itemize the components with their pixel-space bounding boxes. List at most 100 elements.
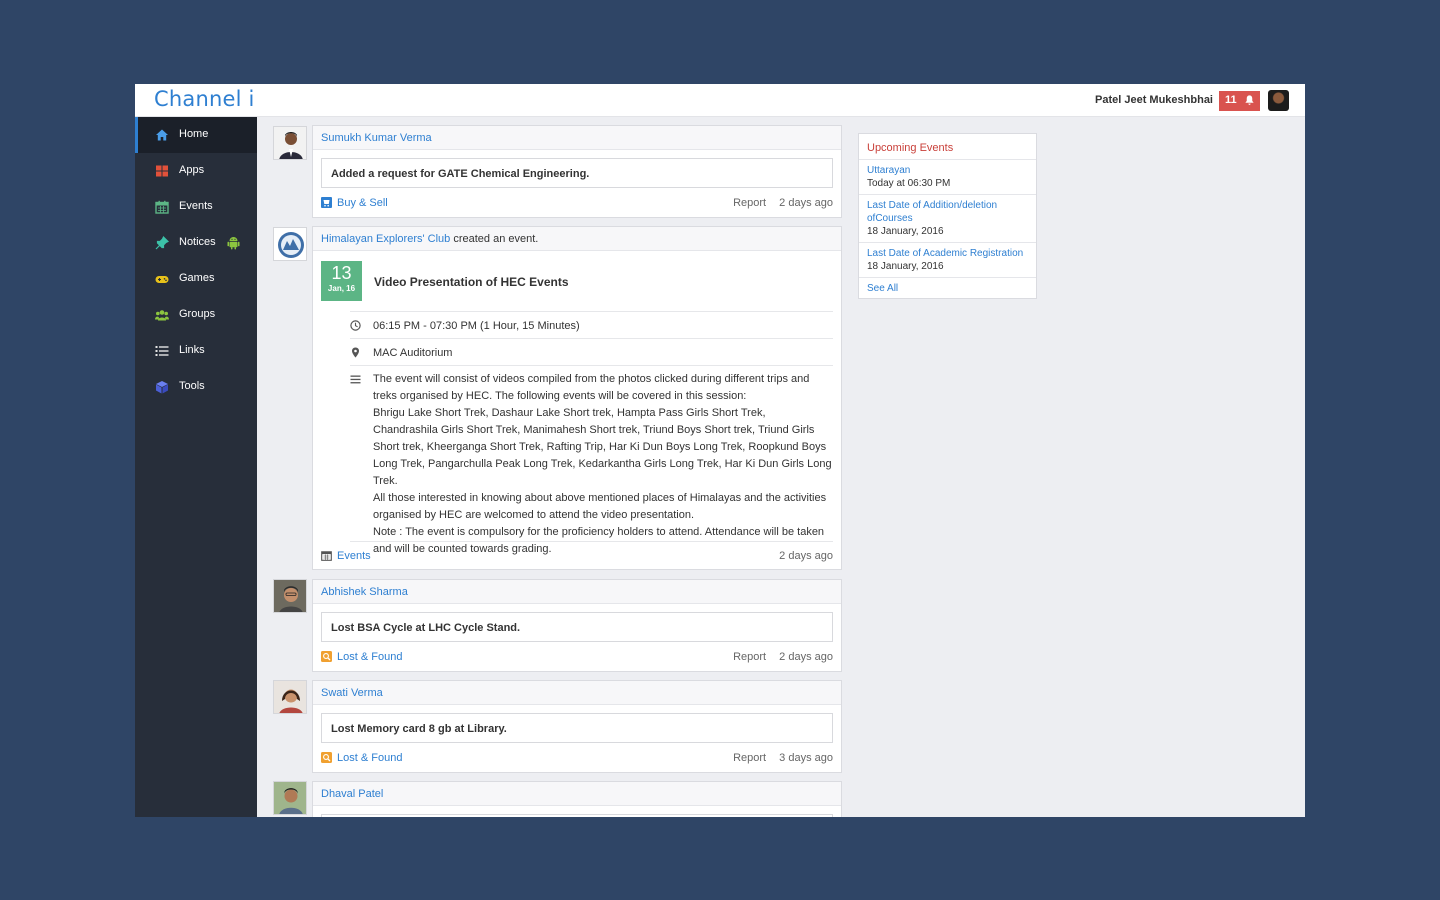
- sidebar-item-notices[interactable]: Notices: [135, 225, 257, 261]
- event-location-row: MAC Auditorium: [350, 338, 833, 365]
- event-title[interactable]: Video Presentation of HEC Events: [374, 275, 569, 289]
- bell-icon: [1245, 95, 1254, 105]
- report-link[interactable]: Report: [733, 651, 766, 663]
- sidebar-item-label: Groups: [179, 308, 216, 320]
- post-time: 3 days ago: [779, 752, 833, 764]
- post-meta: Report 2 days ago: [723, 197, 833, 209]
- sidebar-item-label: Links: [179, 344, 205, 356]
- lost-found-icon: [321, 651, 332, 662]
- upcoming-event-item[interactable]: Last Date of Addition/deletion ofCourses…: [859, 195, 1036, 243]
- event-description-paragraph: Bhrigu Lake Short Trek, Dashaur Lake Sho…: [373, 407, 832, 487]
- sidebar-item-groups[interactable]: Groups: [135, 297, 257, 333]
- brand-logo[interactable]: Channel i: [154, 87, 255, 111]
- event-time: 06:15 PM - 07:30 PM (1 Hour, 15 Minutes): [373, 320, 580, 332]
- avatar[interactable]: [273, 227, 307, 261]
- event-header: Himalayan Explorers' Club created an eve…: [313, 227, 841, 251]
- see-all-link[interactable]: See All: [859, 278, 1036, 298]
- person-avatar-icon: [274, 127, 306, 159]
- post-header: Swati Verma: [313, 681, 841, 705]
- sidebar-item-label: Notices: [179, 236, 216, 248]
- person-avatar-icon: [274, 681, 306, 713]
- sidebar: Home Apps Events Notices Games Groups Li…: [135, 117, 257, 817]
- sidebar-item-label: Events: [179, 200, 213, 212]
- person-avatar-icon: [274, 782, 306, 814]
- avatar[interactable]: [273, 680, 307, 714]
- sidebar-item-tools[interactable]: Tools: [135, 369, 257, 405]
- post-meta: 2 days ago: [769, 550, 833, 562]
- clock-icon: [350, 320, 361, 331]
- notification-count: 11: [1225, 94, 1237, 106]
- author-link[interactable]: Sumukh Kumar Verma: [321, 132, 432, 144]
- event-location: MAC Auditorium: [373, 347, 453, 359]
- map-marker-icon: [352, 347, 359, 358]
- author-link[interactable]: Swati Verma: [321, 687, 383, 699]
- post-header: Sumukh Kumar Verma: [313, 126, 841, 150]
- event-card: Himalayan Explorers' Club created an eve…: [312, 226, 842, 570]
- upcoming-event-date: 18 January, 2016: [867, 261, 944, 272]
- post-footer: Buy & Sell Report 2 days ago: [313, 188, 841, 218]
- club-logo-icon: [274, 228, 306, 260]
- category-label: Events: [337, 550, 371, 562]
- upcoming-events-panel: Upcoming Events Uttarayan Today at 06:30…: [858, 133, 1037, 299]
- post-time: 2 days ago: [779, 197, 833, 209]
- upcoming-event-title[interactable]: Uttarayan: [867, 164, 1028, 177]
- post-header: Abhishek Sharma: [313, 580, 841, 604]
- android-icon: [227, 237, 240, 250]
- post-message: Lost BSA Cycle at LHC Cycle Stand.: [321, 612, 833, 642]
- sidebar-item-apps[interactable]: Apps: [135, 153, 257, 189]
- upcoming-event-date: Today at 06:30 PM: [867, 178, 951, 189]
- post-message: [321, 814, 833, 817]
- post-meta: Report 3 days ago: [723, 752, 833, 764]
- event-description-paragraph: The event will consist of videos compile…: [373, 373, 810, 402]
- category-link[interactable]: Lost & Found: [321, 752, 402, 764]
- report-link[interactable]: Report: [733, 752, 766, 764]
- category-link[interactable]: Lost & Found: [321, 651, 402, 663]
- user-name[interactable]: Patel Jeet Mukeshbhai: [1095, 94, 1213, 106]
- post-footer: Lost & Found Report 3 days ago: [313, 743, 841, 773]
- upcoming-event-item[interactable]: Last Date of Academic Registration 18 Ja…: [859, 243, 1036, 278]
- post-card: Dhaval Patel: [312, 781, 842, 817]
- author-link[interactable]: Dhaval Patel: [321, 788, 383, 800]
- notification-button[interactable]: 11: [1219, 91, 1260, 111]
- home-icon: [156, 129, 168, 141]
- club-link[interactable]: Himalayan Explorers' Club: [321, 233, 450, 245]
- post-card: Abhishek Sharma Lost BSA Cycle at LHC Cy…: [312, 579, 842, 672]
- upcoming-event-title[interactable]: Last Date of Addition/deletion ofCourses: [867, 199, 1028, 225]
- avatar[interactable]: [273, 126, 307, 160]
- upcoming-event-item[interactable]: Uttarayan Today at 06:30 PM: [859, 160, 1036, 195]
- upcoming-events-title: Upcoming Events: [859, 134, 1036, 160]
- category-link[interactable]: Buy & Sell: [321, 197, 388, 209]
- post-card: Sumukh Kumar Verma Added a request for G…: [312, 125, 842, 218]
- sidebar-item-games[interactable]: Games: [135, 261, 257, 297]
- cube-icon: [156, 381, 168, 394]
- calendar-icon: [321, 551, 332, 561]
- post-message: Added a request for GATE Chemical Engine…: [321, 158, 833, 188]
- avatar[interactable]: [273, 579, 307, 613]
- author-link[interactable]: Abhishek Sharma: [321, 586, 408, 598]
- sidebar-item-links[interactable]: Links: [135, 333, 257, 369]
- groups-icon: [155, 310, 169, 321]
- sidebar-item-label: Tools: [179, 380, 205, 392]
- app-window: Channel i Patel Jeet Mukeshbhai 11 Home …: [135, 84, 1305, 817]
- event-day: 13: [331, 263, 352, 283]
- event-description-row: The event will consist of videos compile…: [350, 365, 833, 555]
- category-label: Lost & Found: [337, 651, 403, 663]
- post-message: Lost Memory card 8 gb at Library.: [321, 713, 833, 743]
- post-footer: Lost & Found Report 2 days ago: [313, 642, 841, 672]
- category-link[interactable]: Events: [321, 550, 371, 562]
- sidebar-item-label: Apps: [179, 164, 205, 176]
- event-time-row: 06:15 PM - 07:30 PM (1 Hour, 15 Minutes): [350, 311, 833, 338]
- top-bar: Channel i Patel Jeet Mukeshbhai 11: [135, 84, 1305, 117]
- sidebar-item-home[interactable]: Home: [135, 117, 257, 153]
- post-meta: Report 2 days ago: [723, 651, 833, 663]
- category-label: Buy & Sell: [337, 197, 388, 209]
- sidebar-item-label: Home: [179, 128, 209, 140]
- event-month: Jan, 16: [327, 284, 356, 293]
- sidebar-item-label: Games: [179, 272, 215, 284]
- user-avatar[interactable]: [1268, 90, 1289, 111]
- report-link[interactable]: Report: [733, 197, 766, 209]
- avatar[interactable]: [273, 781, 307, 815]
- sidebar-item-events[interactable]: Events: [135, 189, 257, 225]
- upcoming-event-title[interactable]: Last Date of Academic Registration: [867, 247, 1028, 260]
- list-icon: [155, 346, 169, 356]
